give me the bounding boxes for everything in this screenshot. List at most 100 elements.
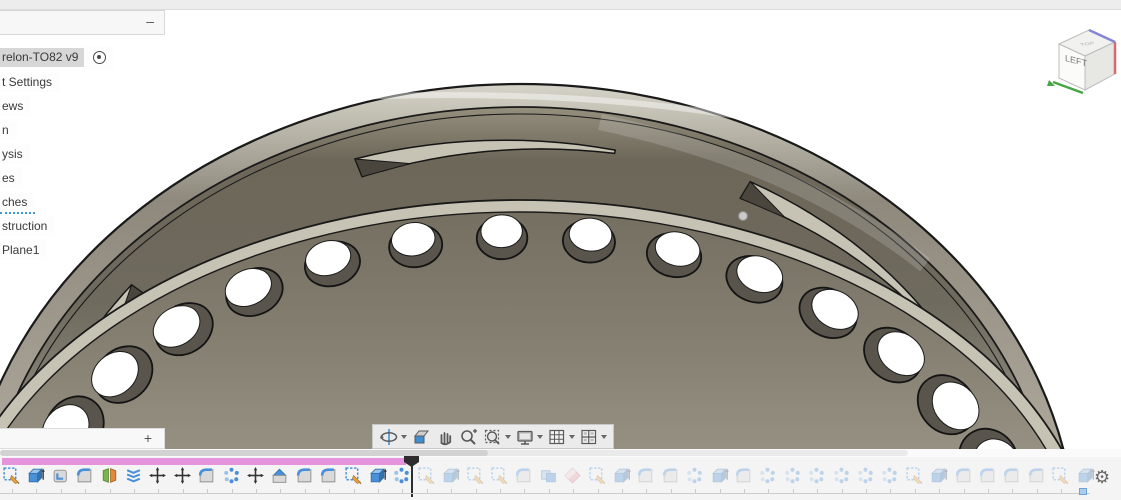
timeline-ruler-tick bbox=[988, 489, 989, 493]
timeline-feature-sketch[interactable] bbox=[905, 466, 926, 487]
browser-collapse-button[interactable]: – bbox=[146, 13, 154, 29]
timeline-feature-circular-pattern[interactable] bbox=[222, 466, 243, 487]
browser-panel-footer: + bbox=[0, 428, 165, 449]
timeline-feature-fillet[interactable] bbox=[954, 466, 975, 487]
timeline-feature-fillet[interactable] bbox=[734, 466, 755, 487]
browser-item-ysis[interactable]: ysis bbox=[0, 145, 31, 164]
timeline-feature-fillet[interactable] bbox=[636, 466, 657, 487]
timeline-feature-circular-pattern[interactable] bbox=[758, 466, 779, 487]
browser-panel-header: – bbox=[0, 10, 165, 35]
timeline-ruler-tick bbox=[183, 489, 184, 493]
timeline-feature-circular-pattern[interactable] bbox=[856, 466, 877, 487]
pan-icon bbox=[435, 427, 455, 447]
orbit-dropdown-caret[interactable] bbox=[401, 435, 407, 439]
timeline-feature-sketch[interactable] bbox=[1051, 466, 1072, 487]
nav-zoom-button[interactable] bbox=[459, 426, 479, 448]
timeline-feature-circular-pattern[interactable] bbox=[783, 466, 804, 487]
timeline-feature-circular-pattern[interactable] bbox=[807, 466, 828, 487]
timeline-ruler-tick bbox=[817, 489, 818, 493]
timeline-feature-move[interactable] bbox=[148, 466, 169, 487]
timeline-feature-extrude[interactable] bbox=[441, 466, 462, 487]
browser-item-document[interactable]: relon-TO82 v9 bbox=[0, 48, 86, 67]
grid-and-snaps-dropdown-caret[interactable] bbox=[569, 435, 575, 439]
viewports-dropdown-caret[interactable] bbox=[601, 435, 607, 439]
canvas-scrollbar-thumb[interactable] bbox=[0, 450, 488, 456]
timeline-feature-sketch[interactable] bbox=[344, 466, 365, 487]
timeline-feature-circular-pattern[interactable] bbox=[880, 466, 901, 487]
nav-look-at-button[interactable] bbox=[411, 426, 431, 448]
timeline-feature-delete[interactable] bbox=[563, 466, 584, 487]
timeline: ⚙ bbox=[0, 457, 1121, 500]
timeline-ruler-tick bbox=[964, 489, 965, 493]
timeline-feature-fillet[interactable] bbox=[1027, 466, 1048, 487]
timeline-feature-sketch[interactable] bbox=[490, 466, 511, 487]
browser-item-struction[interactable]: struction bbox=[0, 217, 55, 236]
timeline-feature-fillet[interactable] bbox=[75, 466, 96, 487]
timeline-feature-fillet[interactable] bbox=[319, 466, 340, 487]
navigation-toolbar bbox=[372, 424, 614, 449]
viewport-canvas[interactable]: – relon-TO82 v9 t Settings ews n ysis es ches s… bbox=[0, 10, 1121, 449]
nav-zoom-window-fit-button[interactable] bbox=[483, 426, 511, 448]
display-settings-dropdown-caret[interactable] bbox=[537, 435, 543, 439]
browser-item-ches[interactable]: ches bbox=[0, 193, 35, 214]
nav-orbit-button[interactable] bbox=[379, 426, 407, 448]
timeline-feature-fillet[interactable] bbox=[661, 466, 682, 487]
timeline-feature-move[interactable] bbox=[173, 466, 194, 487]
timeline-feature-extrude[interactable] bbox=[26, 466, 47, 487]
timeline-feature-fillet[interactable] bbox=[1002, 466, 1023, 487]
nav-viewports-button[interactable] bbox=[579, 426, 607, 448]
browser-item-plane1[interactable]: Plane1 bbox=[0, 241, 47, 260]
timeline-ruler-tick bbox=[866, 489, 867, 493]
timeline-feature-sketch[interactable] bbox=[588, 466, 609, 487]
nav-pan-button[interactable] bbox=[435, 426, 455, 448]
canvas-scrollbar-strip bbox=[0, 449, 1121, 457]
timeline-feature-move[interactable] bbox=[246, 466, 267, 487]
zoom-icon bbox=[459, 427, 479, 447]
timeline-feature-sketch[interactable] bbox=[2, 466, 23, 487]
nav-display-settings-button[interactable] bbox=[515, 426, 543, 448]
cursor-highlight-dot bbox=[739, 212, 748, 221]
timeline-feature-circular-pattern[interactable] bbox=[832, 466, 853, 487]
zoom-window-fit-dropdown-caret[interactable] bbox=[505, 435, 511, 439]
timeline-ruler-tick bbox=[476, 489, 477, 493]
timeline-ruler-tick bbox=[1037, 489, 1038, 493]
viewcube[interactable]: LEFT TOP bbox=[1045, 18, 1121, 96]
timeline-feature-sketch[interactable] bbox=[417, 466, 438, 487]
orbit-icon bbox=[379, 427, 399, 447]
timeline-ruler-tick bbox=[744, 489, 745, 493]
timeline-group-bar[interactable] bbox=[2, 458, 406, 465]
timeline-zoom-handle[interactable] bbox=[1079, 488, 1087, 495]
browser-item-ews[interactable]: ews bbox=[0, 97, 31, 116]
timeline-ruler-tick bbox=[12, 489, 13, 493]
timeline-ruler-tick bbox=[939, 489, 940, 493]
timeline-feature-extrude[interactable] bbox=[368, 466, 389, 487]
timeline-feature-fillet[interactable] bbox=[978, 466, 999, 487]
timeline-feature-thread[interactable] bbox=[124, 466, 145, 487]
timeline-feature-extrude[interactable] bbox=[929, 466, 950, 487]
timeline-ruler-tick bbox=[354, 489, 355, 493]
3d-model-ring[interactable] bbox=[0, 10, 1121, 449]
browser-item-es[interactable]: es bbox=[0, 169, 23, 188]
timeline-ruler-tick bbox=[622, 489, 623, 493]
browser-item-t-settings[interactable]: t Settings bbox=[0, 73, 60, 92]
timeline-feature-fillet[interactable] bbox=[197, 466, 218, 487]
timeline-ruler-tick bbox=[427, 489, 428, 493]
timeline-feature-extrude[interactable] bbox=[612, 466, 633, 487]
browser-expand-button[interactable]: + bbox=[144, 430, 152, 446]
timeline-feature-fillet[interactable] bbox=[514, 466, 535, 487]
document-version-chip[interactable] bbox=[84, 46, 114, 69]
browser-item-n[interactable]: n bbox=[0, 121, 17, 140]
timeline-ruler-tick bbox=[671, 489, 672, 493]
timeline-feature-fillet[interactable] bbox=[295, 466, 316, 487]
timeline-feature-extrude[interactable] bbox=[710, 466, 731, 487]
timeline-feature-sketch[interactable] bbox=[466, 466, 487, 487]
timeline-settings-gear[interactable]: ⚙ bbox=[1094, 466, 1110, 488]
timeline-feature-chamfer[interactable] bbox=[270, 466, 291, 487]
fusion-window: – relon-TO82 v9 t Settings ews n ysis es ches s… bbox=[0, 0, 1121, 500]
nav-grid-and-snaps-button[interactable] bbox=[547, 426, 575, 448]
timeline-feature-mirror[interactable] bbox=[100, 466, 121, 487]
timeline-feature-combine[interactable] bbox=[539, 466, 560, 487]
timeline-feature-circular-pattern[interactable] bbox=[685, 466, 706, 487]
timeline-feature-shell[interactable] bbox=[51, 466, 72, 487]
timeline-ruler-tick bbox=[573, 489, 574, 493]
